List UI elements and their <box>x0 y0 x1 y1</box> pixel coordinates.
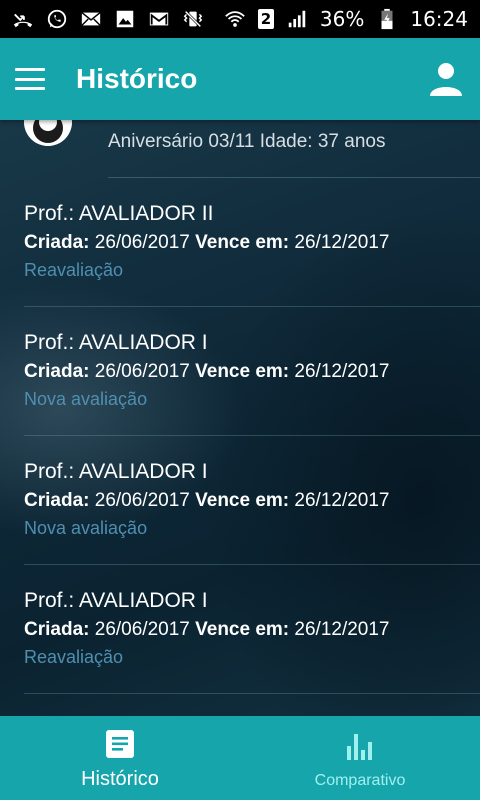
history-item[interactable]: Prof.: AVALIADOR I Criada: 26/06/2017 Ven… <box>0 565 480 694</box>
expires-date: 26/12/2017 <box>294 361 390 382</box>
created-date: 26/06/2017 <box>94 232 190 253</box>
professional-line: Prof.: AVALIADOR II <box>24 201 480 227</box>
avatar <box>24 120 72 146</box>
dates-line: Criada: 26/06/2017 Vence em: 26/12/2017 <box>24 230 480 256</box>
missed-call-icon <box>12 8 34 30</box>
battery-percent: 36% <box>319 7 365 31</box>
person-icon[interactable] <box>430 62 462 96</box>
professional-line: Prof.: AVALIADOR I <box>24 459 480 485</box>
tab-historico[interactable]: Histórico <box>0 716 240 800</box>
evaluation-type: Nova avaliação <box>24 518 148 538</box>
created-date: 26/06/2017 <box>94 490 190 511</box>
status-bar: 2 36% 16:24 <box>0 0 480 38</box>
created-label: Criada: <box>24 490 90 511</box>
gmail-icon <box>148 8 170 30</box>
app-bar: Histórico <box>0 38 480 120</box>
history-content[interactable]: Aniversário 03/11 Idade: 37 anos Prof.: … <box>0 120 480 716</box>
expires-date: 26/12/2017 <box>294 232 390 253</box>
created-date: 26/06/2017 <box>94 361 190 382</box>
sim-2-icon: 2 <box>257 9 274 29</box>
prof-prefix: Prof.: <box>24 589 79 612</box>
tab-comparativo[interactable]: Comparativo <box>240 716 480 800</box>
evaluation-type: Reavaliação <box>24 647 124 667</box>
professional-name: AVALIADOR I <box>78 331 208 354</box>
dates-line: Criada: 26/06/2017 Vence em: 26/12/2017 <box>24 617 480 643</box>
bar-chart-icon <box>347 734 372 760</box>
expires-label: Vence em: <box>195 232 290 253</box>
clock: 16:24 <box>410 7 468 31</box>
tab-historico-label: Histórico <box>81 768 159 790</box>
image-icon <box>114 8 136 30</box>
professional-line: Prof.: AVALIADOR I <box>24 588 480 614</box>
divider <box>24 693 480 694</box>
vibrate-icon <box>182 8 204 30</box>
history-item[interactable]: Prof.: AVALIADOR I Criada: 26/06/2017 Ven… <box>0 436 480 565</box>
wifi-icon <box>224 8 246 30</box>
professional-name: AVALIADOR II <box>78 202 214 225</box>
history-list: Prof.: AVALIADOR II Criada: 26/06/2017 Ve… <box>0 178 480 694</box>
signal-icon <box>286 8 308 30</box>
page-title: Histórico <box>76 63 198 94</box>
dates-line: Criada: 26/06/2017 Vence em: 26/12/2017 <box>24 488 480 514</box>
birthday-age-text: Aniversário 03/11 Idade: 37 anos <box>108 131 386 152</box>
bottom-navigation: Histórico Comparativo <box>0 716 480 800</box>
prof-prefix: Prof.: <box>24 331 79 354</box>
professional-name: AVALIADOR I <box>78 589 208 612</box>
professional-line: Prof.: AVALIADOR I <box>24 330 480 356</box>
expires-date: 26/12/2017 <box>294 619 390 640</box>
battery-icon <box>376 8 398 30</box>
evaluation-type: Nova avaliação <box>24 389 148 409</box>
system-status: 2 36% 16:24 <box>224 7 468 31</box>
dates-line: Criada: 26/06/2017 Vence em: 26/12/2017 <box>24 359 480 385</box>
expires-label: Vence em: <box>195 619 290 640</box>
expires-label: Vence em: <box>195 490 290 511</box>
created-date: 26/06/2017 <box>94 619 190 640</box>
hamburger-menu-icon[interactable] <box>15 68 45 90</box>
expires-label: Vence em: <box>195 361 290 382</box>
created-label: Criada: <box>24 619 90 640</box>
notification-icons <box>12 8 204 30</box>
expires-date: 26/12/2017 <box>294 490 390 511</box>
tab-comparativo-label: Comparativo <box>314 772 406 789</box>
document-icon <box>106 730 134 758</box>
profile-header: Aniversário 03/11 Idade: 37 anos <box>0 120 480 178</box>
prof-prefix: Prof.: <box>24 460 79 483</box>
email-icon <box>80 8 102 30</box>
prof-prefix: Prof.: <box>24 202 79 225</box>
history-item[interactable]: Prof.: AVALIADOR II Criada: 26/06/2017 Ve… <box>0 178 480 307</box>
created-label: Criada: <box>24 232 90 253</box>
evaluation-type: Reavaliação <box>24 260 124 280</box>
history-item[interactable]: Prof.: AVALIADOR I Criada: 26/06/2017 Ven… <box>0 307 480 436</box>
whatsapp-icon <box>46 8 68 30</box>
professional-name: AVALIADOR I <box>78 460 208 483</box>
created-label: Criada: <box>24 361 90 382</box>
